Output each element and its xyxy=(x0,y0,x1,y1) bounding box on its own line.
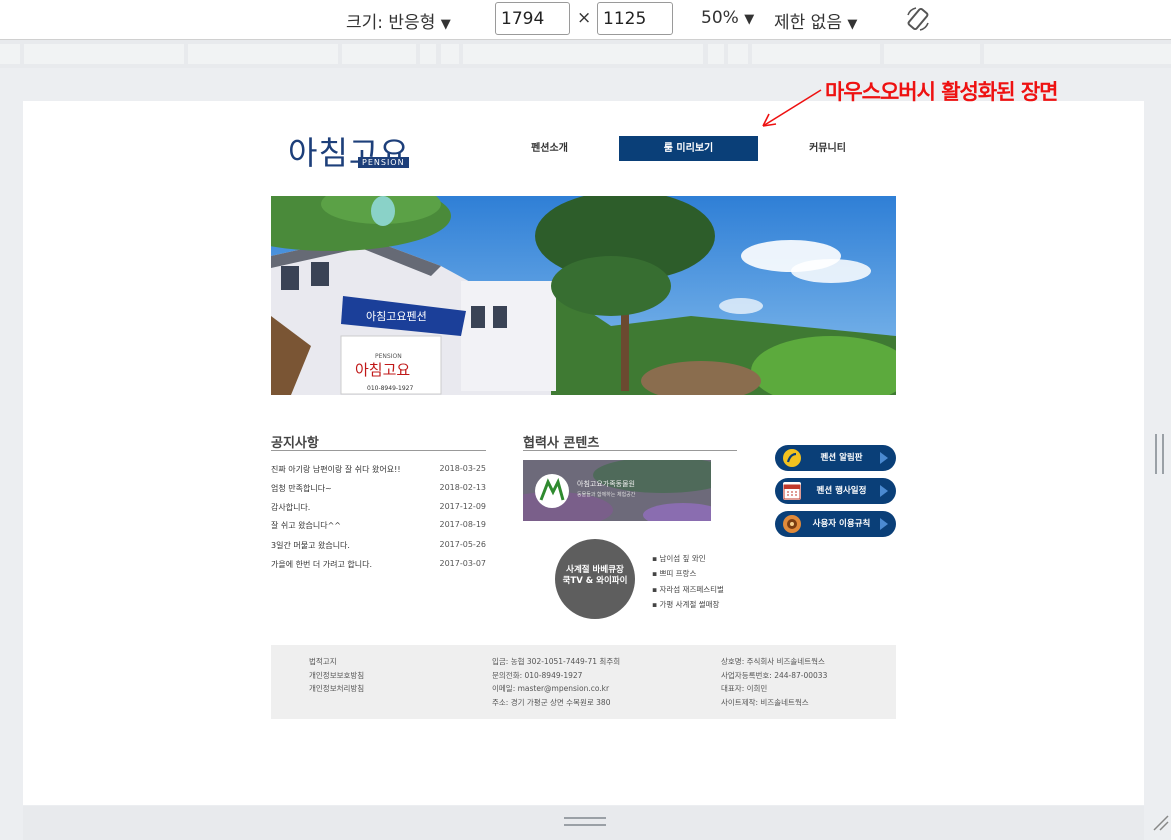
rules-icon xyxy=(783,515,801,533)
notice-text: 가을에 한번 더 가려고 합니다. xyxy=(271,560,373,569)
arrow-right-icon xyxy=(880,485,888,497)
noticeboard-button[interactable]: 펜션 알림판 xyxy=(775,445,896,471)
notice-divider xyxy=(271,450,486,451)
hero-awning-text: 아침고요펜션 xyxy=(366,310,427,323)
device-size-label: 크기: 반응형 xyxy=(346,13,436,33)
usage-rules-label: 사용자 이용규칙 xyxy=(812,519,871,529)
hero-sign-small: PENSION xyxy=(375,353,402,360)
notice-text: 엄청 만족합니다~ xyxy=(271,484,332,493)
footer-ceo: 대표자: 이희민 xyxy=(721,684,768,693)
footer-address: 주소: 경기 가평군 상면 수목원로 380 xyxy=(492,697,611,707)
list-item[interactable]: ▪ 남이섬 짚 와인 xyxy=(652,551,724,566)
notice-date: 2017-03-07 xyxy=(439,559,487,568)
attraction-list: ▪ 남이섬 짚 와인 ▪ 쁘띠 프랑스 ▪ 자라섬 재즈페스티벌 ▪ 가평 사계… xyxy=(652,551,724,612)
notice-date: 2018-02-13 xyxy=(439,483,487,492)
notice-date: 2017-08-19 xyxy=(439,520,487,529)
footer-company: 상호명: 주식회사 비즈솔네트웍스 사업자등록번호: 244-87-00033 … xyxy=(721,655,827,709)
throttle-label: 제한 없음 xyxy=(774,13,842,33)
device-toolbar: 크기: 반응형 ▼ 1794 × 1125 50% ▼ 제한 없음 ▼ xyxy=(0,0,1171,40)
logo-sub: PENSION xyxy=(358,157,409,168)
notice-text: 진짜 아기랑 남편이랑 잘 쉬다 왔어요!! xyxy=(271,465,401,474)
footer-phone: 문의전화: 010-8949-1927 xyxy=(492,670,583,680)
footer-company-name: 상호명: 주식회사 비즈솔네트웍스 xyxy=(721,657,825,666)
notice-text: 3일간 머물고 왔습니다. xyxy=(271,541,350,550)
footer-business-number: 사업자등록번호: 244-87-00033 xyxy=(721,670,828,680)
chevron-down-icon: ▼ xyxy=(744,12,755,27)
footer-contact: 입금: 농협 302-1051-7449-71 최주희 문의전화: 010-89… xyxy=(492,655,620,709)
footer-site-maker: 사이트제작: 비즈솔네트웍스 xyxy=(721,697,809,707)
annotation-arrow-icon xyxy=(762,89,822,127)
footer-link-legal[interactable]: 법적고지 xyxy=(309,655,364,669)
footer-links: 법적고지 개인정보보호방침 개인정보처리방침 xyxy=(309,655,364,696)
nav-pension-intro[interactable]: 펜션소개 xyxy=(480,136,619,161)
arrow-right-icon xyxy=(880,518,888,530)
notice-date: 2017-05-26 xyxy=(439,540,487,549)
resize-corner-icon[interactable] xyxy=(1150,812,1170,832)
event-schedule-label: 펜션 행사일정 xyxy=(816,486,867,496)
list-item[interactable]: ▪ 가평 사계절 썰매장 xyxy=(652,597,724,612)
chevron-down-icon: ▼ xyxy=(847,17,858,32)
footer-link-privacy-protection[interactable]: 개인정보보호방침 xyxy=(309,669,364,683)
notice-date: 2017-12-09 xyxy=(439,502,487,511)
event-schedule-button[interactable]: 펜션 행사일정 xyxy=(775,478,896,504)
partner-banner-sub: 동물들과 함께하는 체험공간 xyxy=(577,491,636,498)
partner-banner-title: 아침고요가족동물원 xyxy=(577,479,635,488)
footer-email: 이메일: master@mpension.co.kr xyxy=(492,684,610,693)
noticeboard-label: 펜션 알림판 xyxy=(820,453,863,463)
zoom-dropdown[interactable]: 50% ▼ xyxy=(701,8,754,28)
throttle-dropdown[interactable]: 제한 없음 ▼ xyxy=(774,8,857,33)
circle-line-2: 쿡TV & 와이파이 xyxy=(562,576,628,586)
noticeboard-icon xyxy=(783,449,801,467)
notice-text: 감사합니다. xyxy=(271,503,311,512)
device-size-dropdown[interactable]: 크기: 반응형 ▼ xyxy=(346,8,451,33)
resize-handle-right[interactable] xyxy=(1155,434,1164,474)
zoom-label: 50% xyxy=(701,8,739,28)
nav-room-preview[interactable]: 룸 미리보기 xyxy=(619,136,758,161)
height-input[interactable]: 1125 xyxy=(597,2,673,35)
footer-link-privacy-policy[interactable]: 개인정보처리방침 xyxy=(309,682,364,696)
hero-sign-big: 아침고요 xyxy=(355,361,410,379)
resize-handle-bottom[interactable] xyxy=(564,817,606,826)
media-query-ruler xyxy=(0,40,1171,68)
footer-bank: 입금: 농협 302-1051-7449-71 최주희 xyxy=(492,657,621,666)
bbq-circle-badge[interactable]: 사계절 바베큐장 쿡TV & 와이파이 xyxy=(555,539,635,619)
list-item[interactable]: ▪ 자라섬 재즈페스티벌 xyxy=(652,582,724,597)
calendar-icon xyxy=(783,482,801,500)
arrow-right-icon xyxy=(880,452,888,464)
chevron-down-icon: ▼ xyxy=(440,17,451,32)
hover-annotation: 마우스오버시 활성화된 장면 xyxy=(825,80,1058,104)
nav-community[interactable]: 커뮤니티 xyxy=(758,136,897,161)
width-input[interactable]: 1794 xyxy=(495,2,570,35)
notice-date: 2018-03-25 xyxy=(439,464,487,473)
times-sign: × xyxy=(577,8,592,28)
partner-divider xyxy=(523,450,737,451)
partner-banner[interactable]: 아침고요가족동물원 동물들과 함께하는 체험공간 xyxy=(523,460,711,521)
list-item[interactable]: ▪ 쁘띠 프랑스 xyxy=(652,566,724,581)
hero-sign-phone: 010-8949-1927 xyxy=(367,385,414,392)
rotate-icon[interactable] xyxy=(904,5,932,33)
hero-image: 아침고요펜션 PENSION 아침고요 010-8949-1927 xyxy=(271,196,896,395)
notice-text: 잘 쉬고 왔습니다^^ xyxy=(271,521,342,530)
usage-rules-button[interactable]: 사용자 이용규칙 xyxy=(775,511,896,537)
site-footer: 법적고지 개인정보보호방침 개인정보처리방침 입금: 농협 302-1051-7… xyxy=(271,645,896,719)
site-logo[interactable]: 아침고요 PENSION xyxy=(288,128,410,174)
circle-line-1: 사계절 바베큐장 xyxy=(566,565,624,575)
